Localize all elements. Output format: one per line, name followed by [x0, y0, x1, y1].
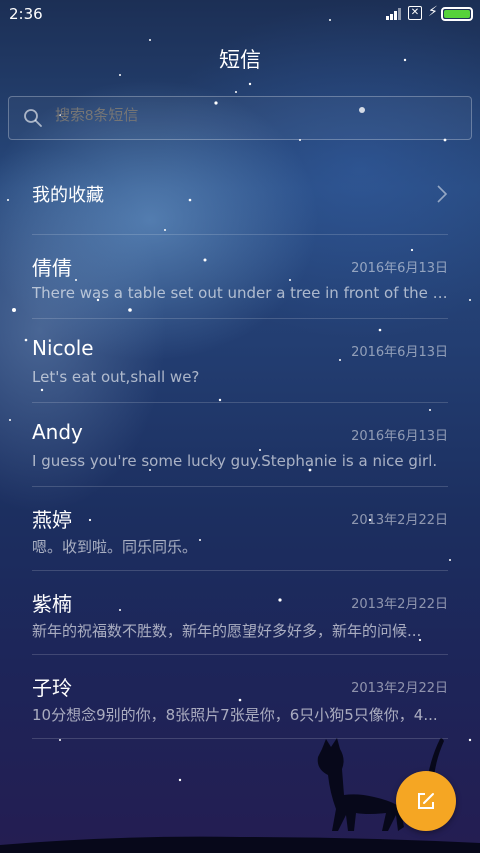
search-input[interactable] [55, 107, 455, 124]
signal-icon [386, 8, 401, 20]
thread-name: 燕婷 [32, 508, 72, 532]
message-thread[interactable]: Nicole 2016年6月13日 Let's eat out,shall we… [0, 318, 480, 402]
thread-name: 倩倩 [32, 256, 72, 280]
thread-name: 紫楠 [32, 592, 72, 616]
compose-button[interactable] [396, 771, 456, 831]
message-thread[interactable]: 紫楠 2013年2月22日 新年的祝福数不胜数，新年的愿望好多好多，新年的问候.… [0, 570, 480, 654]
message-thread[interactable]: 子玲 2013年2月22日 10分想念9别的你，8张照片7张是你，6只小狗5只像… [0, 654, 480, 738]
thread-date: 2016年6月13日 [351, 345, 448, 360]
thread-date: 2013年2月22日 [351, 681, 448, 696]
thread-preview: I guess you're some lucky guy.Stephanie … [32, 452, 438, 470]
favorites-label: 我的收藏 [32, 185, 104, 206]
status-bar: 2:36 ✕ ⚡ [0, 0, 480, 28]
message-thread[interactable]: Andy 2016年6月13日 I guess you're some luck… [0, 402, 480, 486]
thread-name: Andy [32, 420, 83, 444]
no-sim-icon: ✕ [408, 6, 422, 20]
battery-icon [441, 7, 473, 21]
thread-date: 2013年2月22日 [351, 513, 448, 528]
message-thread[interactable]: 倩倩 2016年6月13日 There was a table set out … [0, 234, 480, 318]
favorites-row[interactable]: 我的收藏 [0, 160, 480, 234]
message-thread[interactable]: 燕婷 2013年2月22日 嗯。收到啦。同乐同乐。 [0, 486, 480, 570]
compose-icon [418, 793, 434, 809]
thread-preview: 新年的祝福数不胜数，新年的愿望好多好多，新年的问候... [32, 622, 422, 640]
thread-name: 子玲 [32, 676, 72, 700]
thread-date: 2013年2月22日 [351, 597, 448, 612]
page-title: 短信 [219, 48, 261, 72]
search-box[interactable] [8, 96, 472, 140]
thread-preview: There was a table set out under a tree i… [32, 284, 448, 302]
charging-icon: ⚡ [428, 4, 438, 20]
thread-preview: Let's eat out,shall we? [32, 368, 200, 386]
status-time: 2:36 [9, 5, 43, 23]
thread-date: 2016年6月13日 [351, 429, 448, 444]
thread-preview: 嗯。收到啦。同乐同乐。 [32, 538, 198, 556]
chevron-right-icon [437, 185, 448, 203]
search-icon [24, 109, 42, 127]
thread-name: Nicole [32, 336, 94, 360]
thread-date: 2016年6月13日 [351, 261, 448, 276]
thread-preview: 10分想念9别的你，8张照片7张是你，6只小狗5只像你，4... [32, 706, 438, 724]
